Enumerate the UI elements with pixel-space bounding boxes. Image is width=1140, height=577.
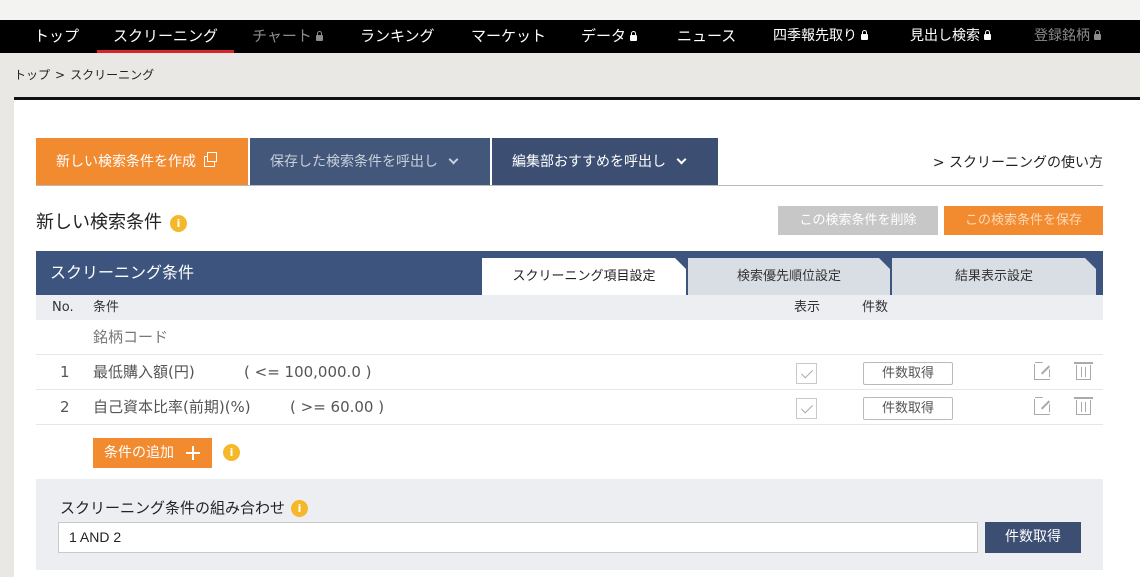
conditions-title: スクリーニング条件 bbox=[50, 263, 195, 282]
count-button[interactable]: 件数取得 bbox=[863, 397, 953, 420]
nav-item-registered[interactable]: 登録銘柄 bbox=[1034, 20, 1101, 53]
show-checkbox[interactable] bbox=[796, 398, 817, 419]
tab-search-priority[interactable]: 検索優先順位設定 bbox=[688, 258, 891, 295]
nav-item-data[interactable]: データ bbox=[581, 20, 638, 53]
nav-item-top[interactable]: トップ bbox=[34, 20, 79, 53]
breadcrumb-separator: > bbox=[55, 68, 66, 82]
edit-icon[interactable] bbox=[1034, 399, 1050, 415]
main-nav: トップ スクリーニング チャート ランキング マーケット データ ニュース 四季… bbox=[0, 20, 1140, 53]
nav-label: 四季報先取り bbox=[773, 28, 857, 44]
add-condition-label: 条件の追加 bbox=[104, 445, 174, 461]
info-icon[interactable]: i bbox=[223, 444, 240, 461]
tab-result-display[interactable]: 結果表示設定 bbox=[892, 258, 1097, 295]
nav-label: スクリーニング bbox=[113, 27, 219, 45]
condition-label: 自己資本比率(前期)(%) bbox=[93, 398, 251, 416]
nav-item-screening[interactable]: スクリーニング bbox=[96, 20, 235, 53]
load-recommended-label: 編集部おすすめを呼出し bbox=[512, 154, 666, 170]
section-title-text: 新しい検索条件 bbox=[36, 212, 162, 233]
condition-expression: ( >= 60.00 ) bbox=[290, 398, 385, 416]
nav-item-shikiho[interactable]: 四季報先取り bbox=[773, 20, 868, 53]
breadcrumb-current: スクリーニング bbox=[70, 68, 155, 82]
main-panel: 新しい検索条件を作成 保存した検索条件を呼出し 編集部おすすめを呼出し > スク… bbox=[14, 97, 1140, 577]
nav-item-market[interactable]: マーケット bbox=[471, 20, 546, 53]
load-saved-button[interactable]: 保存した検索条件を呼出し bbox=[250, 138, 490, 186]
nav-label: ニュース bbox=[677, 27, 737, 45]
nav-label: トップ bbox=[34, 27, 80, 45]
chevron-down-icon bbox=[448, 154, 459, 165]
combination-title-text: スクリーニング条件の組み合わせ bbox=[60, 499, 286, 517]
table-row: 1 最低購入額(円) ( <= 100,000.0 ) 件数取得 bbox=[36, 355, 1103, 390]
nav-label: チャート bbox=[252, 27, 312, 45]
col-condition: 条件 bbox=[93, 300, 120, 315]
nav-item-news[interactable]: ニュース bbox=[677, 20, 736, 53]
howto-link[interactable]: > スクリーニングの使い方 bbox=[933, 152, 1103, 172]
lock-icon bbox=[861, 30, 868, 40]
col-count: 件数 bbox=[862, 300, 889, 315]
new-condition-button[interactable]: 新しい検索条件を作成 bbox=[36, 138, 248, 186]
row-number: 1 bbox=[60, 363, 70, 381]
nav-item-headline-search[interactable]: 見出し検索 bbox=[910, 20, 991, 53]
combination-section: スクリーニング条件の組み合わせ i 1 AND 2 件数取得 bbox=[36, 479, 1103, 570]
chevron-down-icon bbox=[676, 154, 687, 165]
trash-icon[interactable] bbox=[1074, 362, 1093, 380]
plus-icon bbox=[186, 446, 200, 460]
load-saved-label: 保存した検索条件を呼出し bbox=[270, 154, 438, 170]
tab-screening-items[interactable]: スクリーニング項目設定 bbox=[482, 258, 687, 295]
trash-icon[interactable] bbox=[1074, 397, 1093, 415]
lock-icon bbox=[315, 31, 323, 41]
save-condition-button[interactable]: この検索条件を保存 bbox=[944, 206, 1103, 235]
row-number: 2 bbox=[60, 398, 70, 416]
condition-expression: ( <= 100,000.0 ) bbox=[244, 363, 372, 381]
code-label: 銘柄コード bbox=[93, 328, 169, 346]
col-no: No. bbox=[52, 300, 74, 315]
external-window-icon bbox=[204, 152, 217, 167]
lock-icon bbox=[1094, 30, 1101, 40]
count-button[interactable]: 件数取得 bbox=[863, 362, 953, 385]
conditions-table-header: No. 条件 表示 件数 bbox=[36, 295, 1103, 320]
tab-divider bbox=[36, 185, 1103, 186]
lock-icon bbox=[984, 30, 991, 40]
nav-label: データ bbox=[581, 27, 627, 45]
nav-label: ランキング bbox=[360, 27, 435, 45]
nav-item-chart[interactable]: チャート bbox=[252, 20, 323, 53]
breadcrumb: トップ > スクリーニング bbox=[14, 66, 159, 83]
nav-label: マーケット bbox=[471, 27, 547, 45]
nav-label: 見出し検索 bbox=[910, 28, 980, 44]
combination-input[interactable]: 1 AND 2 bbox=[58, 522, 978, 553]
nav-item-ranking[interactable]: ランキング bbox=[360, 20, 435, 53]
new-condition-label: 新しい検索条件を作成 bbox=[56, 154, 196, 170]
table-row-code: 銘柄コード bbox=[36, 320, 1103, 355]
breadcrumb-home[interactable]: トップ bbox=[14, 68, 50, 82]
load-recommended-button[interactable]: 編集部おすすめを呼出し bbox=[492, 138, 718, 186]
nav-label: 登録銘柄 bbox=[1034, 28, 1090, 44]
delete-condition-button[interactable]: この検索条件を削除 bbox=[778, 206, 938, 235]
col-show: 表示 bbox=[794, 300, 821, 315]
section-title: 新しい検索条件 i bbox=[36, 208, 187, 234]
info-icon[interactable]: i bbox=[170, 215, 187, 232]
combination-title: スクリーニング条件の組み合わせ i bbox=[60, 497, 309, 518]
condition-label: 最低購入額(円) bbox=[93, 363, 195, 381]
edit-icon[interactable] bbox=[1034, 364, 1050, 380]
show-checkbox[interactable] bbox=[796, 363, 817, 384]
top-strip bbox=[0, 0, 1140, 20]
combination-count-button[interactable]: 件数取得 bbox=[985, 522, 1081, 553]
conditions-header: スクリーニング条件 スクリーニング項目設定 検索優先順位設定 結果表示設定 bbox=[36, 251, 1103, 295]
add-condition-button[interactable]: 条件の追加 bbox=[93, 438, 212, 468]
info-icon[interactable]: i bbox=[291, 500, 309, 517]
table-row: 2 自己資本比率(前期)(%) ( >= 60.00 ) 件数取得 bbox=[36, 390, 1103, 425]
lock-icon bbox=[630, 31, 638, 41]
